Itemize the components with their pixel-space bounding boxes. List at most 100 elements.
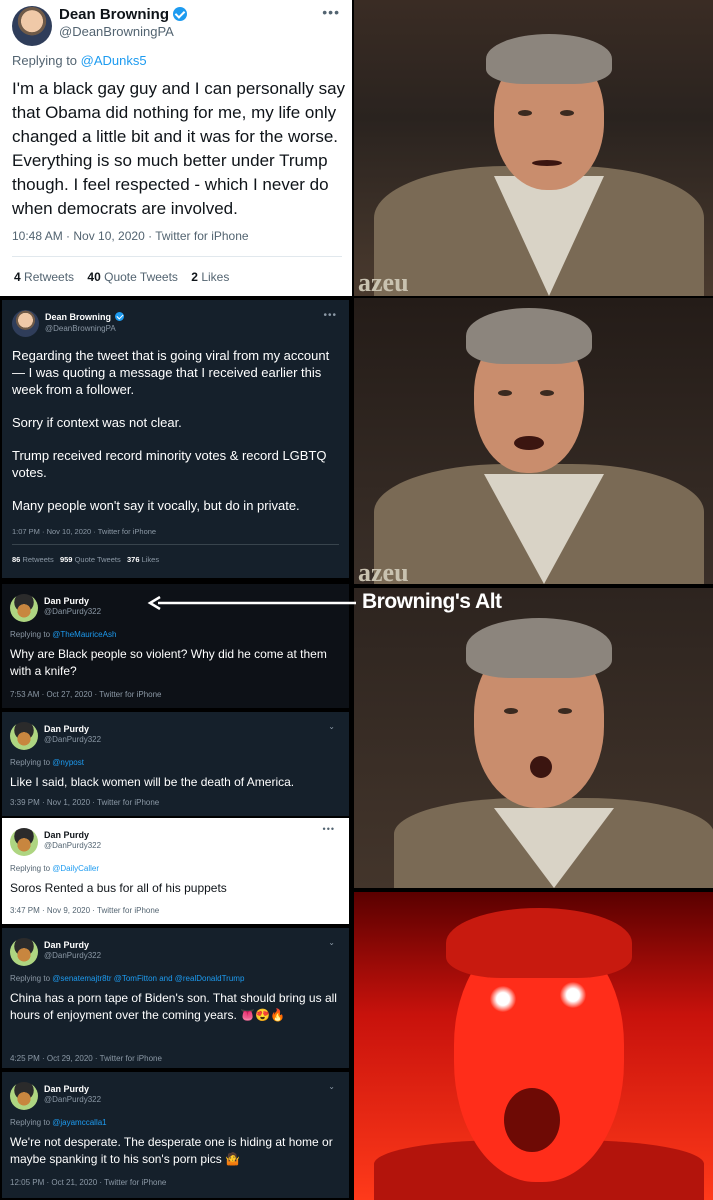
author-handle[interactable]: @DanPurdy322 <box>44 841 101 850</box>
annotation-label: Browning's Alt <box>362 590 502 613</box>
mouth <box>532 160 562 166</box>
retweets-stat[interactable]: 86 Retweets <box>12 555 54 564</box>
chevron-down-icon[interactable]: ⌄ <box>328 938 335 947</box>
emoji-sequence: 👅😍🔥 <box>240 1008 285 1022</box>
alt-tweet-2: Dan Purdy @DanPurdy322 ⌄ Replying to @ny… <box>2 712 349 816</box>
more-options-icon[interactable]: ••• <box>323 824 335 834</box>
reaction-photo-3 <box>354 588 713 888</box>
verified-badge-icon <box>115 312 125 321</box>
watermark: azeu <box>358 558 409 584</box>
avatar[interactable] <box>12 310 39 337</box>
tweet-text: Like I said, black women will be the dea… <box>10 775 295 789</box>
reply-context: Replying to @DailyCaller <box>10 864 100 873</box>
eye <box>504 708 518 714</box>
author-name[interactable]: Dean Browning <box>45 312 125 322</box>
author-handle[interactable]: @DanPurdy322 <box>44 1095 101 1104</box>
author-name[interactable]: Dan Purdy <box>44 940 89 950</box>
tweet-text: Regarding the tweet that is going viral … <box>12 347 340 530</box>
reply-to-link[interactable]: @TheMauriceAsh <box>52 630 116 639</box>
avatar[interactable] <box>10 594 38 622</box>
avatar[interactable] <box>10 938 38 966</box>
author-name[interactable]: Dan Purdy <box>44 830 89 840</box>
author-handle[interactable]: @DanPurdy322 <box>44 735 101 744</box>
reaction-photo-4 <box>354 892 713 1200</box>
tweet-clarification: Dean Browning @DeanBrowningPA ••• Regard… <box>2 300 349 578</box>
reaction-photo-1: azeu <box>354 0 713 296</box>
tweet-paragraph: Many people won't say it vocally, but do… <box>12 498 300 513</box>
tweet-text: Why are Black people so violent? Why did… <box>10 647 327 678</box>
tweet-timestamp[interactable]: 12:05 PM · Oct 21, 2020 · Twitter for iP… <box>10 1178 166 1187</box>
alt-tweet-4: Dan Purdy @DanPurdy322 ⌄ Replying to @se… <box>2 928 349 1068</box>
tweet-text: I'm a black gay guy and I can personally… <box>12 79 346 218</box>
tweet-timestamp[interactable]: 4:25 PM · Oct 29, 2020 · Twitter for iPh… <box>10 1054 162 1063</box>
arrow-left-icon <box>147 596 356 610</box>
author-name[interactable]: Dean Browning <box>59 6 188 23</box>
eye <box>558 708 572 714</box>
tweet-original: Dean Browning @DeanBrowningPA ••• Replyi… <box>0 0 352 296</box>
divider <box>12 544 339 545</box>
emoji-shrug: 🤷 <box>225 1152 241 1166</box>
author-name[interactable]: Dan Purdy <box>44 1084 89 1094</box>
tweet-timestamp[interactable]: 3:39 PM · Nov 1, 2020 · Twitter for iPho… <box>10 798 159 807</box>
more-options-icon[interactable]: ••• <box>322 4 340 20</box>
likes-stat[interactable]: 2 Likes <box>191 270 229 284</box>
hair <box>466 618 612 678</box>
reply-context: Replying to @jayamccalla1 <box>10 1118 107 1127</box>
avatar[interactable] <box>10 722 38 750</box>
reply-to-link[interactable]: @jayamccalla1 <box>52 1118 106 1127</box>
author-handle[interactable]: @DeanBrowningPA <box>59 24 174 39</box>
reply-context: Replying to @senatemajtr8tr @TomFitton a… <box>10 974 245 983</box>
glowing-eye <box>490 986 516 1012</box>
avatar[interactable] <box>10 828 38 856</box>
eye <box>540 390 554 396</box>
reply-to-link[interactable]: @DailyCaller <box>52 864 99 873</box>
tweet-paragraph: Sorry if context was not clear. <box>12 415 182 430</box>
divider <box>12 256 342 257</box>
reply-to-link[interactable]: @senatemajtr8tr @TomFitton and @realDona… <box>52 974 244 983</box>
avatar[interactable] <box>10 1082 38 1110</box>
reply-context: Replying to @TheMauriceAsh <box>10 630 117 639</box>
chevron-down-icon[interactable]: ⌄ <box>328 722 335 731</box>
alt-tweet-3: Dan Purdy @DanPurdy322 ••• Replying to @… <box>2 818 349 924</box>
avatar[interactable] <box>12 6 52 46</box>
tweet-timestamp[interactable]: 7:53 AM · Oct 27, 2020 · Twitter for iPh… <box>10 690 161 699</box>
watermark: azeu <box>358 268 409 296</box>
verified-badge-icon <box>173 7 188 21</box>
more-options-icon[interactable]: ••• <box>323 310 337 321</box>
tweet-text: China has a porn tape of Biden's son. Th… <box>10 991 337 1022</box>
mouth <box>514 436 544 450</box>
tweet-stats: 86 Retweets 959 Quote Tweets 376 Likes <box>12 555 159 564</box>
retweets-stat[interactable]: 4 Retweets <box>14 270 74 284</box>
reply-context: Replying to @ADunks5 <box>12 53 147 68</box>
author-handle[interactable]: @DanPurdy322 <box>44 951 101 960</box>
tweet-timestamp[interactable]: 3:47 PM · Nov 9, 2020 · Twitter for iPho… <box>10 906 159 915</box>
tweet-timestamp[interactable]: 10:48 AM · Nov 10, 2020 · Twitter for iP… <box>12 229 249 243</box>
author-name[interactable]: Dan Purdy <box>44 596 89 606</box>
mouth <box>504 1088 560 1152</box>
eye <box>518 110 532 116</box>
tweet-paragraph: Regarding the tweet that is going viral … <box>12 348 330 397</box>
author-handle[interactable]: @DeanBrowningPA <box>45 324 116 333</box>
glowing-eye <box>560 982 586 1008</box>
author-name[interactable]: Dan Purdy <box>44 724 89 734</box>
chevron-down-icon[interactable]: ⌄ <box>328 1082 335 1091</box>
eye <box>560 110 574 116</box>
reply-to-link[interactable]: @ADunks5 <box>81 53 147 68</box>
quotes-stat[interactable]: 959 Quote Tweets <box>60 555 121 564</box>
quotes-stat[interactable]: 40 Quote Tweets <box>87 270 178 284</box>
tweet-text: We're not desperate. The desperate one i… <box>10 1135 333 1166</box>
alt-tweet-5: Dan Purdy @DanPurdy322 ⌄ Replying to @ja… <box>2 1072 349 1198</box>
reply-context: Replying to @nypost <box>10 758 84 767</box>
reply-to-link[interactable]: @nypost <box>52 758 84 767</box>
hair <box>446 908 632 978</box>
hair <box>466 308 592 364</box>
tweet-text: Soros Rented a bus for all of his puppet… <box>10 881 227 895</box>
tweet-timestamp[interactable]: 1:07 PM · Nov 10, 2020 · Twitter for iPh… <box>12 527 156 536</box>
likes-stat[interactable]: 376 Likes <box>127 555 159 564</box>
eye <box>498 390 512 396</box>
tweet-stats: 4 Retweets 40 Quote Tweets 2 Likes <box>14 270 229 284</box>
tweet-paragraph: Trump received record minority votes & r… <box>12 448 327 480</box>
reaction-photo-2: azeu <box>354 298 713 584</box>
author-handle[interactable]: @DanPurdy322 <box>44 607 101 616</box>
hair <box>486 34 612 84</box>
